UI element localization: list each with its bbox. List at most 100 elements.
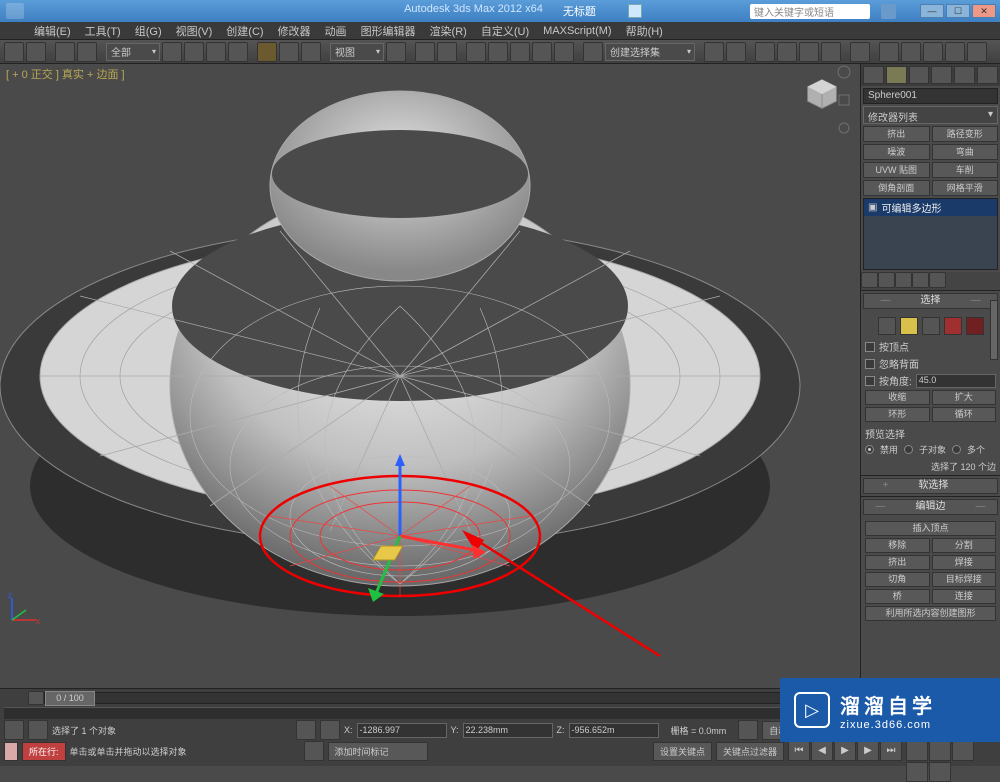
motion-tab[interactable]	[931, 66, 952, 84]
zoom-extents-all-button[interactable]	[906, 741, 928, 761]
ignore-backfacing-checkbox[interactable]	[865, 359, 875, 369]
render-setup-button[interactable]	[879, 42, 899, 62]
panel-scrollbar[interactable]	[990, 300, 998, 360]
create-tab[interactable]	[863, 66, 884, 84]
edit-edges-header[interactable]: —编辑边—	[863, 499, 998, 515]
material-editor-button[interactable]	[850, 42, 870, 62]
percent-snap-button[interactable]	[532, 42, 552, 62]
chamfer-edge-button[interactable]: 切角	[865, 572, 930, 587]
teapot-button[interactable]	[967, 42, 987, 62]
mini-listener-toggle[interactable]	[28, 720, 48, 740]
render-iterative-button[interactable]	[945, 42, 965, 62]
graphite-modeling-button[interactable]	[777, 42, 797, 62]
orbit-view-button[interactable]	[906, 762, 928, 782]
mod-meshsmooth[interactable]: 网格平滑	[932, 180, 999, 196]
close-button[interactable]: ✕	[972, 4, 996, 18]
connect-edge-button[interactable]: 连接	[932, 589, 997, 604]
select-and-move-button[interactable]	[257, 42, 277, 62]
polygon-level-icon[interactable]	[944, 317, 962, 335]
window-crossing-button[interactable]	[228, 42, 248, 62]
lock-selection-button[interactable]	[296, 720, 316, 740]
shrink-button[interactable]: 收缩	[865, 390, 930, 405]
remove-edge-button[interactable]: 移除	[865, 538, 930, 553]
make-unique-button[interactable]	[895, 272, 912, 288]
field-of-view-button[interactable]	[929, 741, 951, 761]
menu-animation[interactable]: 动画	[325, 23, 347, 39]
preview-off-radio[interactable]	[865, 445, 874, 454]
pan-icon[interactable]	[836, 92, 852, 108]
selection-filter-dropdown[interactable]: 全部	[106, 43, 160, 61]
spinner-snap-button[interactable]	[554, 42, 574, 62]
configure-modifier-sets-button[interactable]	[929, 272, 946, 288]
select-object-button[interactable]	[162, 42, 182, 62]
set-key-button[interactable]: 设置关键点	[653, 742, 712, 761]
track-bar-toggle[interactable]	[4, 720, 24, 740]
mod-noise[interactable]: 噪波	[863, 144, 930, 160]
modify-tab[interactable]	[886, 66, 907, 84]
snap-toggle-3d[interactable]	[488, 42, 508, 62]
render-production-button[interactable]	[923, 42, 943, 62]
time-slider-prev[interactable]	[28, 691, 44, 705]
remove-modifier-button[interactable]	[912, 272, 929, 288]
add-time-tag-button[interactable]: 添加时间标记	[328, 742, 428, 761]
display-tab[interactable]	[954, 66, 975, 84]
show-end-result-button[interactable]	[878, 272, 895, 288]
object-name-field[interactable]: Sphere001	[863, 88, 998, 104]
edge-level-icon[interactable]	[900, 317, 918, 335]
bridge-edge-button[interactable]: 桥	[865, 589, 930, 604]
isolate-button[interactable]	[738, 720, 758, 740]
comm-center-button[interactable]	[304, 741, 324, 761]
loop-button[interactable]: 循环	[932, 407, 997, 422]
by-vertex-checkbox[interactable]	[865, 342, 875, 352]
edit-named-selection-button[interactable]	[583, 42, 603, 62]
viewport-canvas[interactable]	[0, 64, 860, 688]
target-weld-button[interactable]: 目标焊接	[932, 572, 997, 587]
viewport[interactable]	[0, 64, 860, 688]
utilities-tab[interactable]	[977, 66, 998, 84]
hierarchy-tab[interactable]	[909, 66, 930, 84]
next-frame-button[interactable]: ▶	[857, 741, 879, 761]
menu-customize[interactable]: 自定义(U)	[481, 23, 529, 39]
steering-wheel-icon[interactable]	[836, 64, 852, 80]
menu-group[interactable]: 组(G)	[135, 23, 162, 39]
goto-end-button[interactable]: ⏭	[880, 741, 902, 761]
ring-button[interactable]: 环形	[865, 407, 930, 422]
named-selection-set-dropdown[interactable]: 创建选择集	[605, 43, 695, 61]
ref-coord-dropdown[interactable]: 视图	[330, 43, 384, 61]
use-pivot-center-button[interactable]	[386, 42, 406, 62]
select-region-button[interactable]	[206, 42, 226, 62]
create-shape-button[interactable]: 利用所选内容创建图形	[865, 606, 996, 621]
select-by-name-button[interactable]	[184, 42, 204, 62]
rendered-frame-window-button[interactable]	[901, 42, 921, 62]
goto-start-button[interactable]: ⏮	[788, 741, 810, 761]
menu-modifiers[interactable]: 修改器	[278, 23, 311, 39]
time-slider-handle[interactable]: 0 / 100	[45, 691, 95, 706]
menu-views[interactable]: 视图(V)	[176, 23, 213, 39]
extrude-edge-button[interactable]: 挤出	[865, 555, 930, 570]
maxscript-listener[interactable]	[4, 742, 18, 761]
insert-vertex-button[interactable]: 插入顶点	[865, 521, 996, 536]
infocenter-icon[interactable]	[628, 4, 642, 18]
orbit-icon[interactable]	[836, 120, 852, 136]
redo-button[interactable]	[26, 42, 46, 62]
curve-editor-button[interactable]	[799, 42, 819, 62]
border-level-icon[interactable]	[922, 317, 940, 335]
mod-lathe[interactable]: 车削	[932, 162, 999, 178]
soft-selection-header[interactable]: +软选择	[863, 478, 998, 494]
select-and-rotate-button[interactable]	[279, 42, 299, 62]
link-button[interactable]	[55, 42, 75, 62]
play-button[interactable]: ▶	[834, 741, 856, 761]
grow-button[interactable]: 扩大	[932, 390, 997, 405]
menu-rendering[interactable]: 渲染(R)	[430, 23, 467, 39]
mod-uvw[interactable]: UVW 贴图	[863, 162, 930, 178]
menu-maxscript[interactable]: MAXScript(M)	[543, 25, 611, 37]
select-and-manipulate-button[interactable]	[415, 42, 435, 62]
mirror-button[interactable]	[704, 42, 724, 62]
pan-view-button[interactable]	[952, 741, 974, 761]
split-edge-button[interactable]: 分割	[932, 538, 997, 553]
schematic-view-button[interactable]	[821, 42, 841, 62]
keyboard-shortcut-override-button[interactable]	[437, 42, 457, 62]
mod-pathdeform[interactable]: 路径变形	[932, 126, 999, 142]
align-button[interactable]	[726, 42, 746, 62]
select-and-scale-button[interactable]	[301, 42, 321, 62]
